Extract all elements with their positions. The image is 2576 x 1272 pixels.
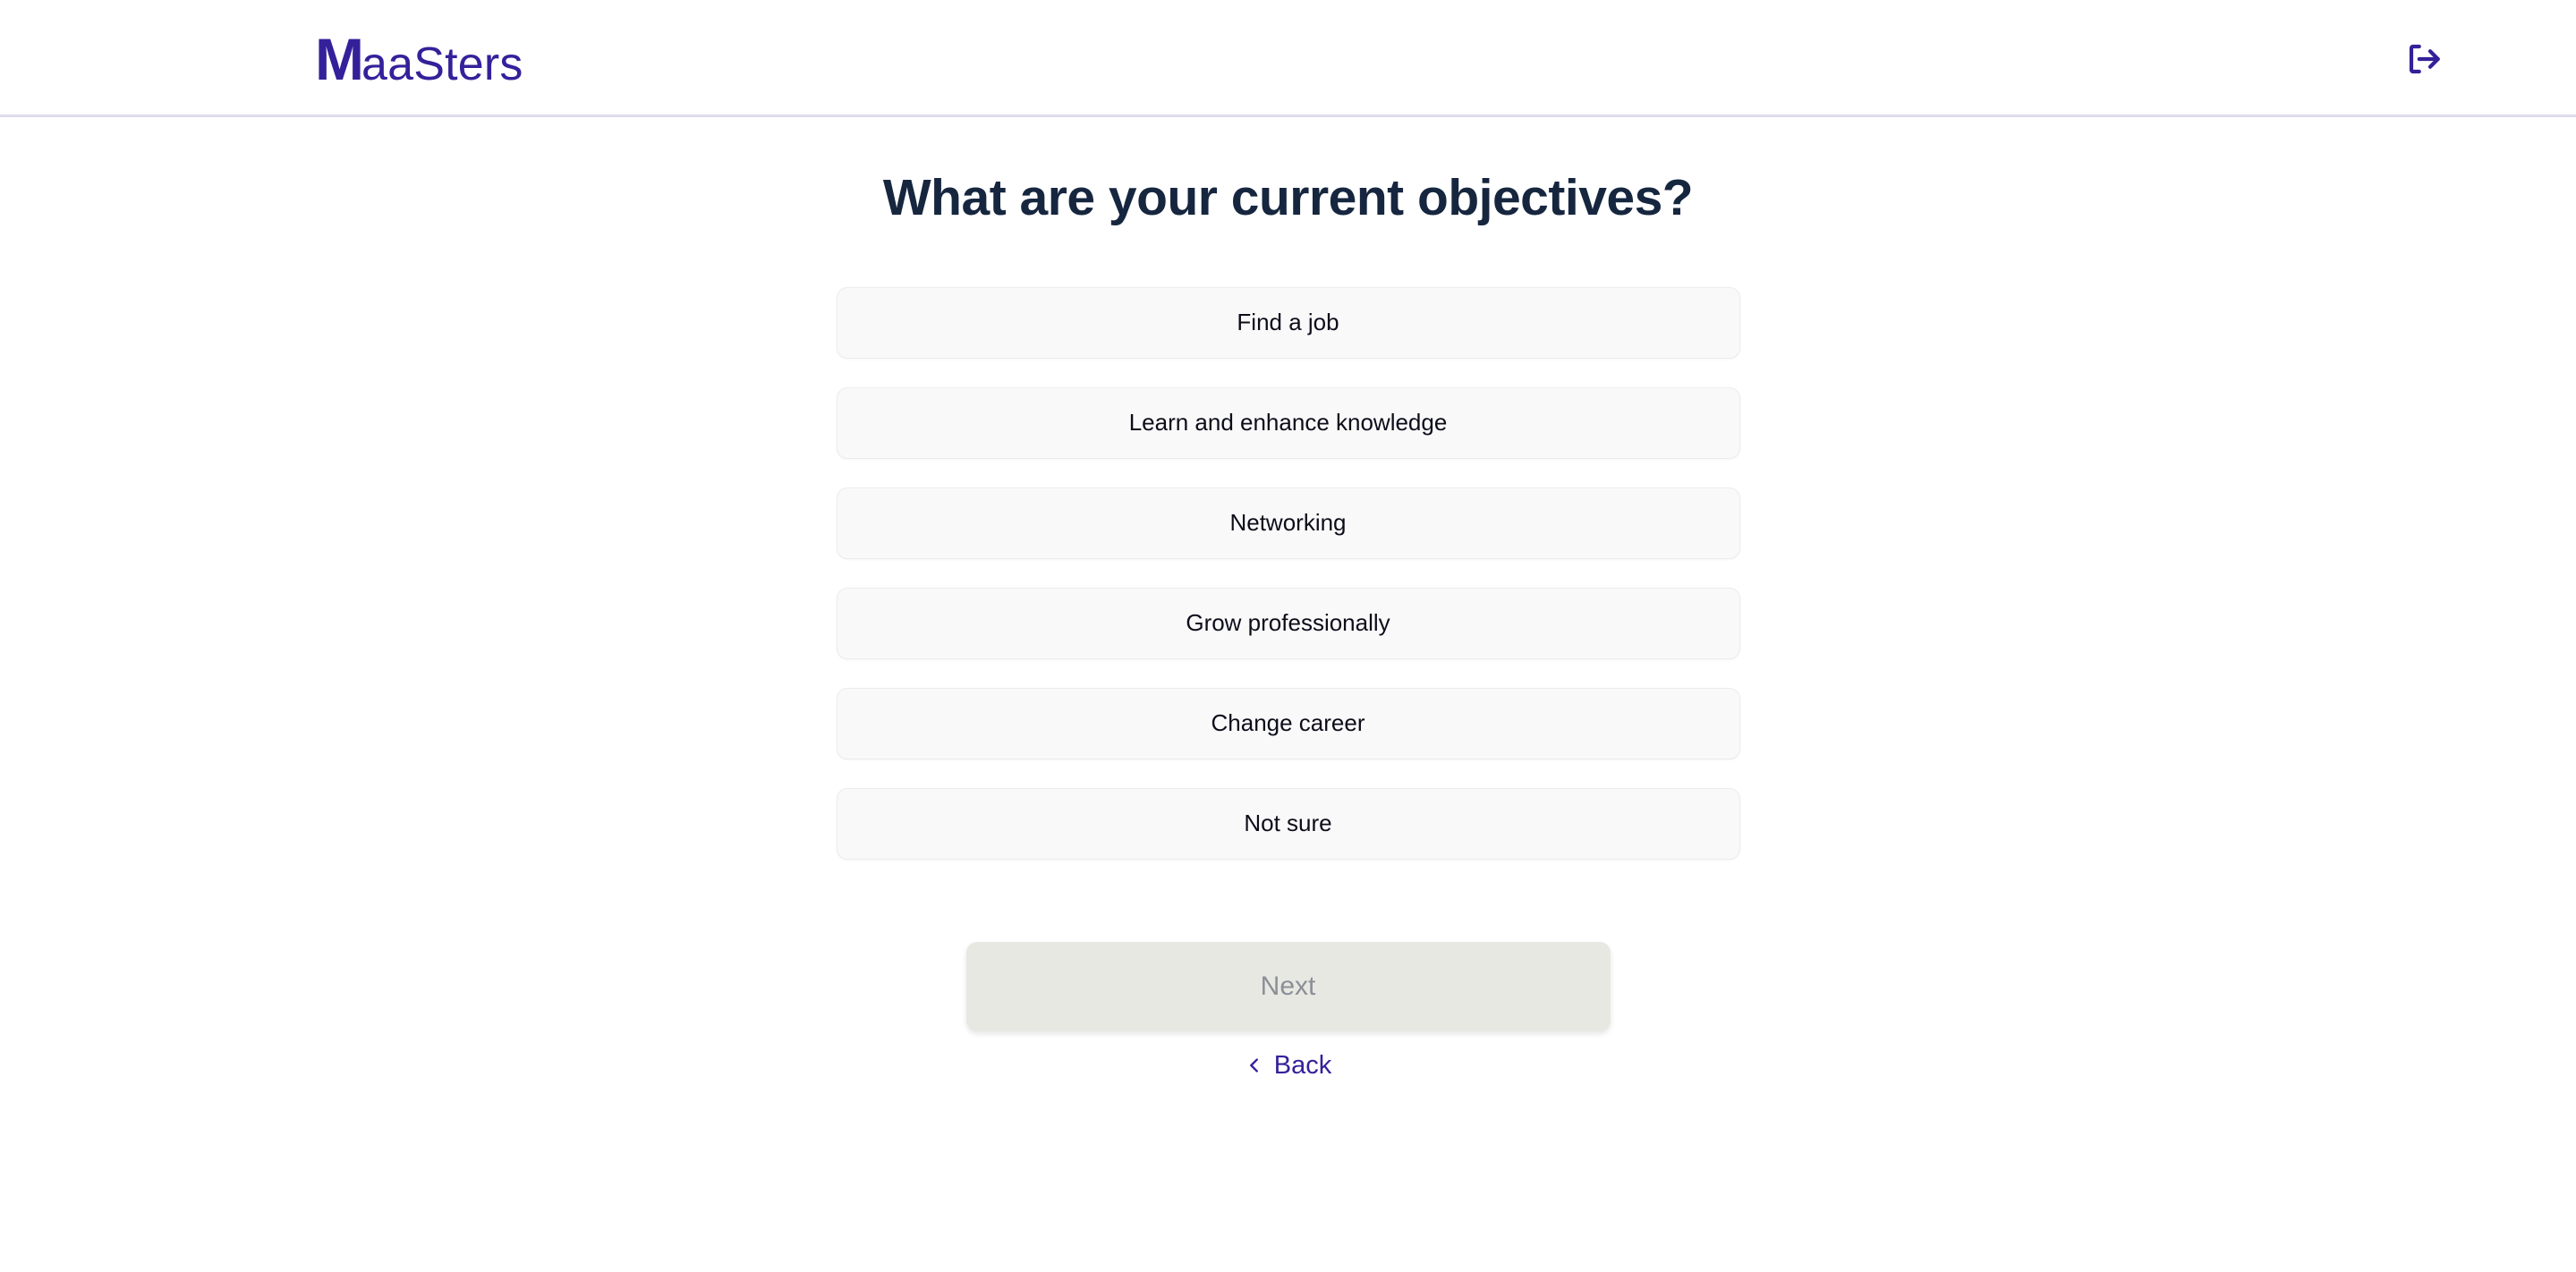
step-navigation: Next Back xyxy=(965,941,1611,1081)
option-learn-and-enhance-knowledge[interactable]: Learn and enhance knowledge xyxy=(836,386,1740,459)
option-label: Find a job xyxy=(1237,309,1339,336)
brand-logo-initial: M xyxy=(315,26,364,92)
option-grow-professionally[interactable]: Grow professionally xyxy=(836,587,1740,659)
option-find-a-job[interactable]: Find a job xyxy=(836,286,1740,359)
option-label: Not sure xyxy=(1244,810,1332,837)
option-label: Networking xyxy=(1229,509,1347,537)
brand-logo[interactable]: M aaSters xyxy=(315,30,523,89)
back-button[interactable]: Back xyxy=(1245,1051,1331,1081)
brand-logo-text: aaSters xyxy=(361,38,523,90)
option-label: Learn and enhance knowledge xyxy=(1128,409,1448,437)
logout-button[interactable] xyxy=(2399,34,2449,84)
back-button-label: Back xyxy=(1273,1050,1332,1080)
option-networking[interactable]: Networking xyxy=(836,487,1740,559)
next-button-label: Next xyxy=(1260,971,1316,1001)
objectives-options-list: Find a job Learn and enhance knowledge N… xyxy=(836,286,1740,860)
onboarding-step: What are your current objectives? Find a… xyxy=(0,117,2576,1272)
page-title: What are your current objectives? xyxy=(882,169,1694,226)
option-label: Change career xyxy=(1211,709,1365,737)
option-label: Grow professionally xyxy=(1186,609,1390,637)
option-not-sure[interactable]: Not sure xyxy=(836,787,1740,860)
next-button[interactable]: Next xyxy=(965,941,1611,1031)
app-header: M aaSters xyxy=(0,0,2576,117)
option-change-career[interactable]: Change career xyxy=(836,687,1740,759)
logout-icon xyxy=(2405,40,2443,78)
chevron-left-icon xyxy=(1245,1056,1264,1075)
